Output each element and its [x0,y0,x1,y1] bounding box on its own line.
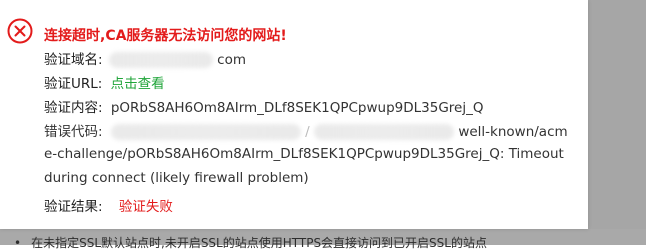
error-code-line2: e-challenge/pORbS8AH6Om8AIrm_DLf8SEK1QPC… [44,146,564,162]
domain-row: 验证域名: com [44,48,246,68]
redacted-domain [108,52,213,68]
background-note-text: 在未指定SSL默认站点时,未开启SSL的站点使用HTTPS会直接访问到已开启SS… [14,234,487,251]
error-line1-tail: well-known/acm [458,124,568,140]
error-title: 连接超时,CA服务器无法访问您的网站! [44,28,287,44]
background-overlay [588,0,646,245]
result-label: 验证结果: [44,199,103,215]
redacted-error-part1 [110,124,301,140]
result-row: 验证结果: 验证失败 [44,195,173,215]
redacted-error-part2 [314,124,455,140]
url-row: 验证URL: 点击查看 [44,72,165,92]
error-circle-icon [7,18,33,44]
url-label: 验证URL: [44,76,103,92]
domain-label: 验证域名: [44,52,103,68]
view-url-link[interactable]: 点击查看 [111,76,165,92]
background-page-strip: 在未指定SSL默认站点时,未开启SSL的站点使用HTTPS会直接访问到已开启SS… [0,229,646,250]
error-code-line3: during connect (likely firewall problem) [44,170,309,186]
result-status: 验证失败 [118,199,173,215]
error-code-row: 错误代码: / well-known/acm [44,124,568,140]
error-code-label: 错误代码: [44,124,103,140]
ssl-verification-error-dialog: 连接超时,CA服务器无法访问您的网站! 验证域名: com 验证URL: 点击查… [0,0,588,229]
content-value: pORbS8AH6Om8AIrm_DLf8SEK1QPCpwup9DL35Gre… [110,100,484,116]
content-row: 验证内容: pORbS8AH6Om8AIrm_DLf8SEK1QPCpwup9D… [44,96,484,116]
domain-value-tail: com [217,52,246,68]
content-label: 验证内容: [44,100,103,116]
